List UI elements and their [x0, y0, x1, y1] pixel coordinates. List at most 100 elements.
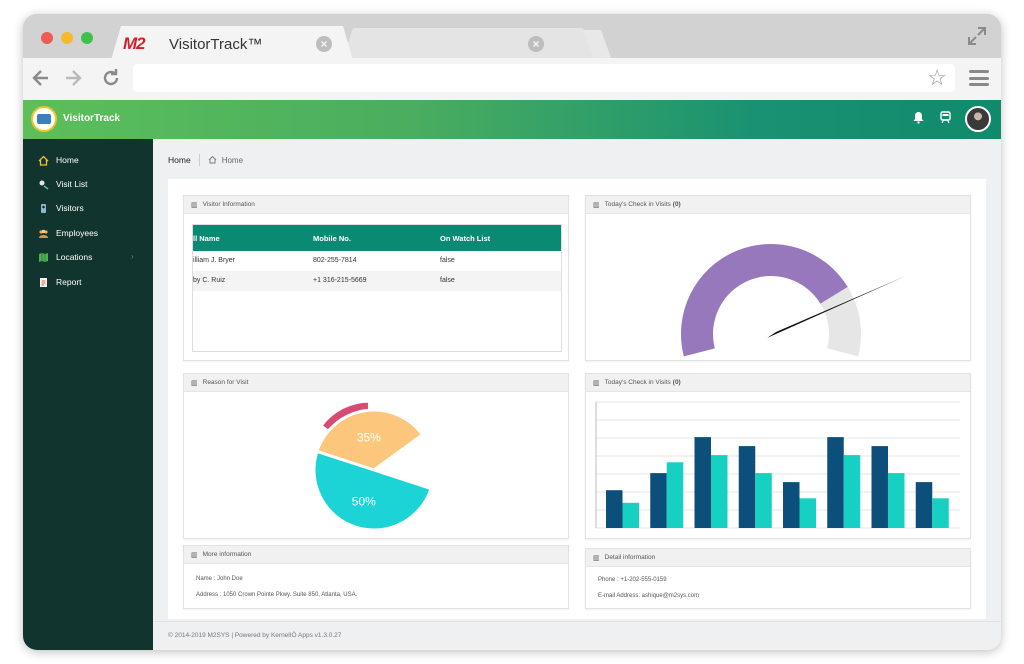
breadcrumb: Home Home: [168, 154, 243, 166]
fullscreen-icon[interactable]: [967, 26, 987, 46]
breadcrumb-home-icon[interactable]: [208, 155, 217, 166]
m2-logo: M2: [123, 34, 146, 53]
back-arrow-icon[interactable]: [29, 67, 53, 93]
bar[interactable]: [666, 462, 684, 528]
notification-bell-icon[interactable]: [910, 111, 926, 127]
close-window-button[interactable]: [41, 32, 53, 44]
column-header-mobile[interactable]: Mobile No.: [313, 234, 351, 243]
reason-pie-chart: 15%35%50%: [312, 399, 433, 532]
bar[interactable]: [871, 446, 889, 528]
info-email[interactable]: E-mail Address: ashique@m2sys.com: [598, 593, 699, 599]
table-cell: false: [440, 257, 455, 264]
pie-label: 35%: [357, 430, 381, 444]
map-icon: [38, 252, 49, 263]
panel-header: ▥ Today's Check in Visits (0): [586, 374, 970, 392]
bar[interactable]: [650, 473, 667, 528]
bar[interactable]: [827, 437, 844, 528]
panel-title: Reason for Visit: [202, 379, 249, 386]
bar[interactable]: [694, 437, 712, 528]
user-avatar[interactable]: [965, 106, 991, 132]
kiosk-icon[interactable]: [937, 111, 953, 127]
maximize-window-button[interactable]: [81, 32, 93, 44]
bar[interactable]: [915, 482, 933, 528]
bar[interactable]: [799, 498, 817, 528]
sidebar-item-visit-list[interactable]: Visit List: [38, 177, 88, 191]
info-address: Address : 1050 Crown Pointe Pkwy. Suite …: [196, 592, 358, 598]
tab-close-icon[interactable]: ×: [528, 36, 544, 52]
sidebar-item-label: Employees: [56, 228, 99, 238]
sidebar-item-report[interactable]: Report: [38, 275, 82, 289]
checkin-bar-panel: ▥ Today's Check in Visits (0): [585, 373, 971, 539]
bar[interactable]: [783, 482, 800, 528]
bar-chart-icon: ▥: [593, 201, 600, 209]
panel-count: (0): [672, 201, 681, 208]
table-header: ll Name Mobile No. On Watch List: [193, 225, 561, 251]
table-cell: by C. Ruiz: [193, 277, 226, 284]
sidebar-item-employees[interactable]: Employees: [38, 226, 98, 240]
table-cell: false: [440, 277, 455, 284]
forward-arrow-icon[interactable]: [61, 67, 85, 93]
table-row[interactable]: by C. Ruiz +1 316-215-5669 false: [193, 271, 561, 291]
column-header-name[interactable]: ll Name: [193, 234, 220, 243]
reload-icon[interactable]: [99, 67, 123, 93]
tab-close-icon[interactable]: ×: [316, 36, 332, 52]
sidebar-item-label: Home: [56, 155, 79, 165]
sidebar-item-label: Locations: [56, 252, 93, 262]
minimize-window-button[interactable]: [61, 32, 73, 44]
sidebar-item-label: Visit List: [56, 179, 88, 189]
reason-for-visit-panel: ▥ Reason for Visit 15%35%50%: [183, 373, 569, 539]
app-title: VisitorTrack: [63, 113, 121, 124]
chevron-right-icon[interactable]: ›: [131, 252, 134, 261]
visitortrack-app: VisitorTrack Home Visit List Visitors Em…: [23, 100, 1001, 650]
panel-header: ▥ Reason for Visit: [184, 374, 568, 392]
browser-tab-bar: M2 VisitorTrack™ × ×: [23, 14, 1001, 58]
breadcrumb-link-home[interactable]: Home: [222, 156, 243, 165]
pie-label: 50%: [352, 494, 376, 508]
panel-title: Visitor Information: [202, 201, 255, 208]
footer-divider: [153, 621, 1001, 622]
sidebar-item-label: Visitors: [56, 203, 84, 213]
column-header-watch-list[interactable]: On Watch List: [440, 234, 490, 243]
dashboard-canvas: ▥ Visitor Information ll Name Mobile No.…: [168, 179, 986, 619]
sidebar-item-home[interactable]: Home: [38, 153, 79, 167]
bar[interactable]: [755, 473, 772, 528]
more-information-panel: ▥ More information Name : John Doe Addre…: [183, 545, 569, 609]
main-content: Home Home ▥ Visitor Information ll Name …: [153, 139, 1001, 650]
panel-header: ▥ Detail information: [586, 549, 970, 567]
sidebar: Home Visit List Visitors Employees Locat…: [23, 139, 153, 650]
bar[interactable]: [932, 498, 949, 528]
bar[interactable]: [843, 455, 861, 528]
detail-information-panel: ▥ Detail information Phone : +1-202-555-…: [585, 548, 971, 609]
panel-header: ▥ Today's Check in Visits (0): [586, 196, 970, 214]
sidebar-item-locations[interactable]: Locations: [38, 250, 92, 264]
bar-chart-icon: ▥: [593, 379, 600, 387]
visitor-information-panel: ▥ Visitor Information ll Name Mobile No.…: [183, 195, 569, 361]
checkin-bar-chart: [595, 401, 960, 529]
bar[interactable]: [738, 446, 756, 528]
info-name: Name : John Doe: [196, 576, 243, 582]
browser-toolbar: ☆: [23, 58, 1001, 100]
page-title: Home: [168, 155, 191, 165]
app-header: VisitorTrack: [23, 100, 1001, 139]
info-phone: Phone : +1-202-555-0159: [598, 577, 667, 583]
bar[interactable]: [622, 502, 640, 528]
browser-menu-icon[interactable]: [969, 70, 989, 86]
panel-header: ▥ Visitor Information: [184, 196, 568, 214]
bar[interactable]: [711, 455, 728, 528]
panel-title: More information: [202, 551, 252, 558]
bar-chart-icon: ▥: [191, 379, 198, 387]
visitor-icon: [38, 203, 49, 214]
visitor-table: ll Name Mobile No. On Watch List illiam …: [192, 224, 562, 352]
table-row[interactable]: illiam J. Bryer 802-255-7814 false: [193, 251, 561, 271]
panel-title: Today's Check in Visits: [604, 201, 671, 208]
bar[interactable]: [888, 473, 905, 528]
browser-tab-inactive[interactable]: [343, 28, 593, 58]
browser-window: M2 VisitorTrack™ × × ☆ VisitorTrack Home…: [23, 14, 1001, 650]
table-cell: 802-255-7814: [313, 257, 357, 264]
sidebar-item-visitors[interactable]: Visitors: [38, 201, 84, 215]
bookmark-star-icon[interactable]: ☆: [927, 65, 947, 91]
table-cell: illiam J. Bryer: [193, 257, 236, 264]
address-bar[interactable]: ☆: [133, 64, 955, 92]
visitortrack-logo-icon[interactable]: [31, 106, 57, 132]
bar[interactable]: [606, 490, 623, 528]
